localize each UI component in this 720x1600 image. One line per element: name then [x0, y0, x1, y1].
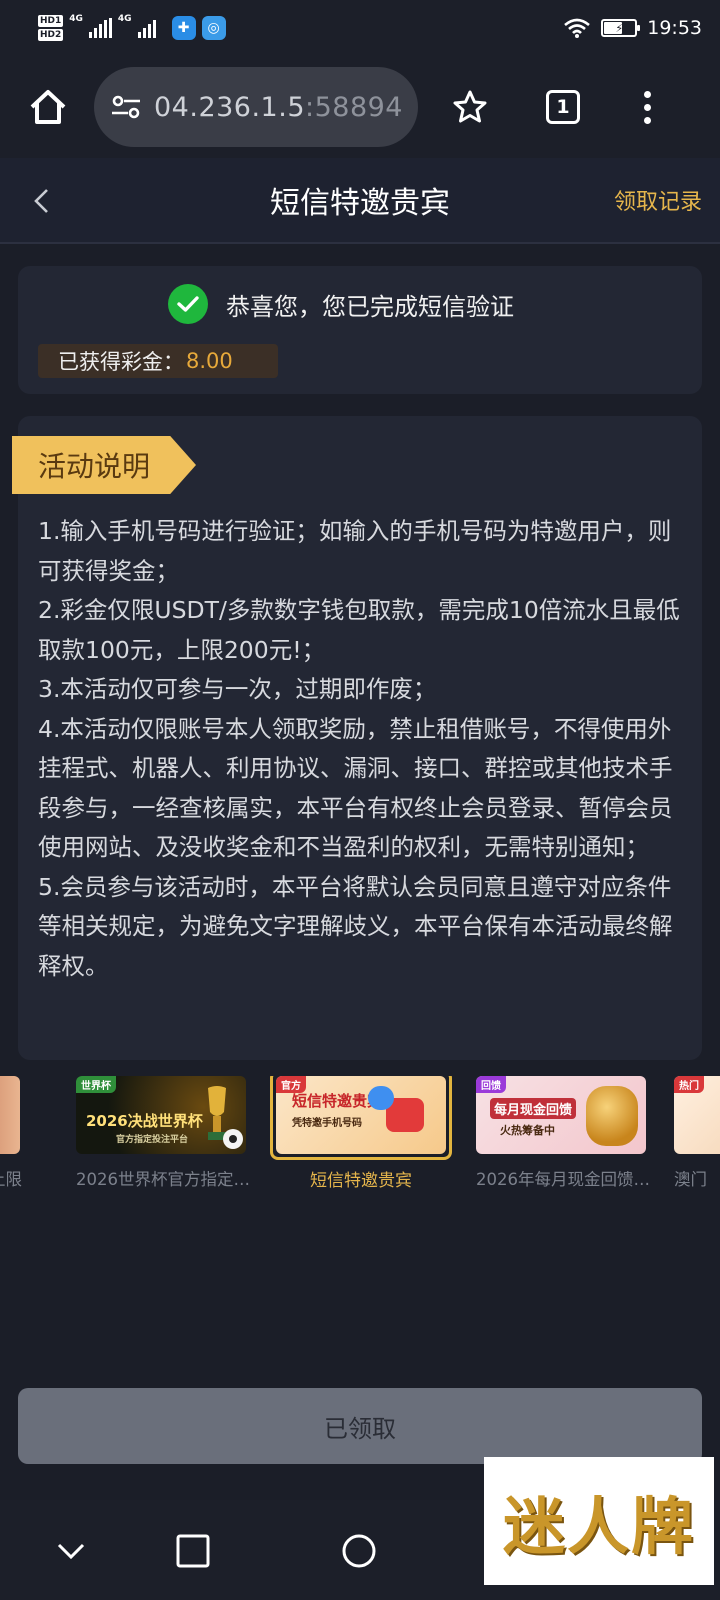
address-bar[interactable]: 04.236.1.5:58894: [94, 67, 418, 147]
soccer-ball-icon: [223, 1129, 243, 1149]
signal-icon-1: [88, 18, 112, 38]
rule-item-2: 2.彩金仅限USDT/多款数字钱包取款，需完成10倍流水且最低取款100元，上限…: [38, 596, 680, 664]
promo-caption: 短信特邀贵宾: [310, 1171, 412, 1191]
clock: 19:53: [647, 17, 702, 39]
promo-slide-active[interactable]: 官方 短信特邀贵宾 凭特邀手机号码 短信特邀贵宾: [270, 1076, 452, 1191]
promo-tag: 回馈: [476, 1076, 506, 1093]
url-host: 04.236.1.5: [154, 91, 305, 123]
page-title: 短信特邀贵宾: [270, 186, 450, 221]
verification-success-card: 恭喜您，您已完成短信验证 已获得彩金： 8.00: [18, 266, 702, 394]
url-text[interactable]: 04.236.1.5:58894: [154, 92, 403, 123]
promo-thumb-sub: 凭特邀手机号码: [292, 1118, 362, 1129]
promo-caption: 2026年每月现金回馈…: [476, 1170, 650, 1189]
rules-text: 1.输入手机号码进行验证；如输入的手机号码为特邀用户，则可获得奖金； 2.彩金仅…: [38, 512, 686, 986]
success-message: 恭喜您，您已完成短信验证: [226, 292, 514, 321]
nav-down-button[interactable]: [46, 1526, 96, 1576]
rule-item-5: 5.会员参与该活动时，本平台将默认会员同意且遵守对应条件等相关规定，为避免文字理…: [38, 872, 673, 980]
battery-icon: ⚡: [601, 19, 641, 37]
more-menu-button[interactable]: [644, 90, 651, 124]
horse-mascot-icon: [586, 1086, 638, 1146]
chevron-down-icon: [57, 1543, 85, 1560]
promo-caption: 澳门: [674, 1170, 707, 1189]
promo-thumb-sub: 火热筹备中: [500, 1124, 555, 1137]
bonus-label: 已获得彩金：: [58, 350, 184, 374]
circle-icon: [342, 1534, 376, 1568]
promo-thumbnail: 热门: [674, 1076, 720, 1154]
promo-slide[interactable]: 世界杯 2026决战世界杯 官方指定投注平台 2026世界杯官方指定…: [76, 1076, 256, 1190]
promo-thumb-title: 2026决战世界杯: [86, 1112, 203, 1130]
network-type-1: 4G: [69, 14, 83, 24]
bonus-value: 8.00: [186, 349, 233, 373]
bookmark-button[interactable]: [446, 83, 494, 131]
square-icon: [176, 1534, 210, 1568]
chevron-left-icon: [34, 189, 48, 213]
check-circle-icon: [168, 284, 208, 324]
tab-switcher-button[interactable]: 1: [546, 90, 580, 124]
promo-caption: 2026世界杯官方指定…: [76, 1170, 250, 1189]
promo-carousel[interactable]: 上限 世界杯 2026决战世界杯 官方指定投注平台 2026世界杯官方指定… 官…: [0, 1076, 720, 1206]
promo-tag: 热门: [674, 1076, 704, 1093]
promo-tag: 世界杯: [76, 1076, 116, 1093]
browser-app-icon: ◎: [201, 16, 226, 40]
chat-bubble-icon: [368, 1086, 394, 1110]
status-bar: HD1 HD2 4G 4G ✚ ◎ ⚡ 19:53: [0, 0, 720, 56]
network-type-2: 4G: [117, 14, 132, 24]
page-header: 短信特邀贵宾 领取记录: [0, 158, 720, 244]
claim-records-link[interactable]: 领取记录: [614, 184, 702, 216]
promo-slide[interactable]: 热门 澳门: [674, 1076, 720, 1190]
home-button[interactable]: [24, 83, 72, 131]
url-port: :58894: [305, 91, 403, 123]
activity-rules-panel: 活动说明 1.输入手机号码进行验证；如输入的手机号码为特邀用户，则可获得奖金； …: [12, 416, 702, 1060]
promo-thumbnail: 官方 短信特邀贵宾 凭特邀手机号码: [276, 1076, 446, 1154]
hd-indicator: HD1 HD2: [38, 15, 64, 41]
back-button[interactable]: [18, 178, 64, 224]
wifi-icon: [564, 18, 591, 38]
promo-thumb-sub: 官方指定投注平台: [116, 1135, 189, 1145]
rules-badge: 活动说明: [12, 436, 196, 494]
promo-slide[interactable]: 上限: [0, 1076, 22, 1190]
promo-thumb-title: 每月现金回馈: [490, 1098, 577, 1119]
nav-home-button[interactable]: [334, 1526, 384, 1576]
browser-toolbar: 04.236.1.5:58894 1: [0, 56, 720, 158]
promo-thumbnail: 世界杯 2026决战世界杯 官方指定投注平台: [76, 1076, 246, 1154]
claim-button-disabled[interactable]: 已领取: [18, 1388, 702, 1464]
site-settings-icon[interactable]: [110, 93, 142, 121]
puzzle-app-icon: ✚: [171, 16, 196, 40]
bonus-amount-badge: 已获得彩金： 8.00: [38, 344, 278, 378]
rule-item-3: 3.本活动仅可参与一次，过期即作废；: [38, 675, 437, 703]
promo-caption: 上限: [0, 1170, 22, 1189]
watermark-logo: 迷人牌: [484, 1457, 714, 1585]
signal-icon-2: [137, 18, 156, 38]
nav-recents-button[interactable]: [168, 1526, 218, 1576]
home-icon: [30, 90, 66, 124]
watermark-text: 迷人牌: [502, 1490, 695, 1563]
promo-slide[interactable]: 回馈 每月现金回馈 火热筹备中 2026年每月现金回馈…: [476, 1076, 656, 1190]
promo-thumbnail: [0, 1076, 20, 1154]
star-icon: [453, 90, 487, 123]
rule-item-1: 1.输入手机号码进行验证；如输入的手机号码为特邀用户，则可获得奖金；: [38, 517, 672, 585]
rule-item-4: 4.本活动仅限账号本人领取奖励，禁止租借账号，不得使用外挂程式、机器人、利用协议…: [38, 714, 673, 862]
promo-thumbnail: 回馈 每月现金回馈 火热筹备中: [476, 1076, 646, 1154]
